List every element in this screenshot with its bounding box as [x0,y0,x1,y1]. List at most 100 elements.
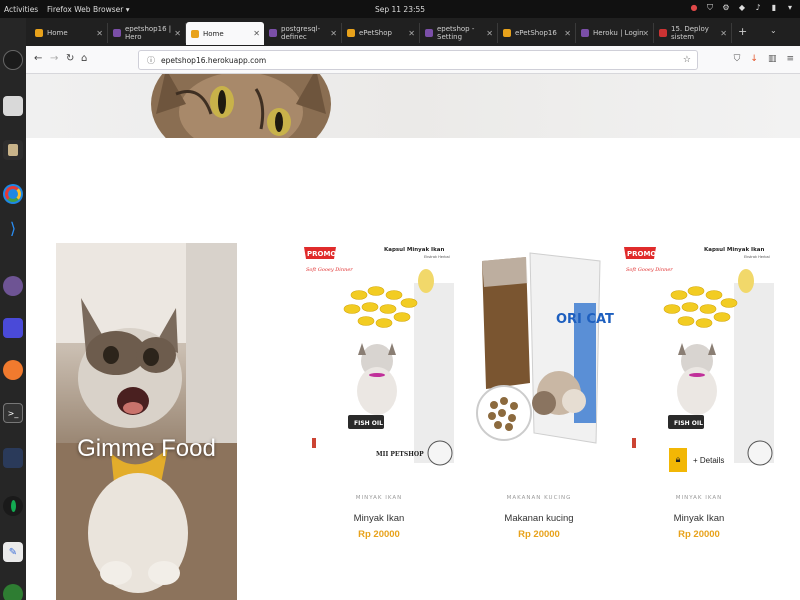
tab-label: Heroku | Login [593,29,644,37]
tab-favicon [269,29,277,37]
tab-favicon [581,29,589,37]
tab-favicon [35,29,43,37]
tab-label: ePetShop [359,29,392,37]
activities-button[interactable]: Activities [4,5,38,14]
dock: ⟩ >_ ✎ [0,18,26,600]
cat-food-package-image: ORI CAT [464,243,614,475]
add-to-cart-button[interactable]: 🔒︎ [669,448,687,472]
power-menu-icon[interactable]: ▾ [786,3,794,13]
promo-banner[interactable]: Gimme Food [56,243,237,600]
terminal-icon[interactable]: >_ [3,403,23,423]
tab-strip: Home ✕ epetshop16 | Hero ✕ Home ✕ postgr… [26,18,800,46]
tab-home-1[interactable]: Home ✕ [30,23,108,43]
capsule-title-text: Kapsul Minyak Ikan [384,247,444,253]
tab-heroku-login[interactable]: Heroku | Login ✕ [576,23,654,43]
tab-favicon [113,29,121,37]
chrome-icon[interactable] [3,184,23,204]
promo-badge-text: PROMO [627,250,656,258]
pocket-icon[interactable]: ⛉ [734,54,741,64]
url-bar[interactable]: ⓘ epetshop16.herokuapp.com ☆ [138,50,698,70]
product-category: MINYAK IKAN [675,495,723,501]
files-icon[interactable] [3,96,23,116]
product-price: Rp 20000 [678,529,720,540]
tab-label: ePetShop16 [515,29,557,37]
image-viewer-icon[interactable] [3,140,23,160]
url-text[interactable]: epetshop16.herokuapp.com [161,56,266,65]
mongodb-compass-icon[interactable] [3,496,23,516]
volume-icon[interactable]: ♪ [754,3,762,13]
site-info-icon[interactable]: ⓘ [147,55,155,66]
back-icon[interactable]: ← [34,53,42,64]
tab-epetshop-heroku[interactable]: epetshop16 | Hero ✕ [108,23,186,43]
tab-label: Home [203,29,224,38]
product-category: MINYAK IKAN [355,495,403,501]
close-icon[interactable]: ✕ [486,29,493,38]
downloads-icon[interactable]: ↓ [750,54,758,64]
tab-epetshop-settings[interactable]: epetshop - Setting ✕ [420,23,498,43]
vscode-icon[interactable]: ⟩ [3,218,23,238]
cart-icon: 🔒︎ [675,455,681,465]
details-button[interactable]: + Details [687,448,731,472]
close-icon[interactable]: ✕ [330,29,337,38]
promo-badge-text: PROMO [307,250,336,258]
library-icon[interactable]: ▥ [768,54,777,64]
forward-icon[interactable]: → [50,53,58,64]
close-icon[interactable]: ✕ [253,29,260,38]
tab-favicon [191,29,199,38]
system-top-bar: Activities Firefox Web Browser ▾ Sep 11 … [0,0,800,18]
close-icon[interactable]: ✕ [408,29,415,38]
close-icon[interactable]: ✕ [96,29,103,38]
capsule-sub-text: Ekstrak Herbal [424,255,450,259]
gear-icon[interactable]: ⚙ [722,3,730,13]
recording-icon[interactable]: ● [690,3,698,13]
capsule-title-text: Kapsul Minyak Ikan [704,247,764,253]
updates-icon[interactable] [3,584,23,600]
product-image[interactable]: PROMO Soft Gooey Dinner Kapsul Minyak Ik… [624,243,774,475]
system-tray[interactable]: ● ⛉ ⚙ ◆ ♪ ▮ ▾ [690,3,794,13]
capsule-sub-text: Ekstrak Herbal [744,255,770,259]
product-name[interactable]: Minyak Ikan [624,513,774,524]
tab-favicon [425,29,433,37]
close-icon[interactable]: ✕ [642,29,649,38]
clock[interactable]: Sep 11 23:55 [375,5,425,14]
network-icon[interactable]: ◆ [738,3,746,13]
reload-icon[interactable]: ↻ [66,53,74,64]
product-image[interactable]: PROMO Soft Gooey Dinner Kapsul Minyak Ik… [304,243,454,475]
close-icon[interactable]: ✕ [174,29,181,38]
fish-oil-text: FISH OIL [354,420,383,427]
bookmark-star-icon[interactable]: ☆ [683,55,691,65]
shop-name-text: MII PETSHOP [376,451,424,458]
fish-oil-package-image: PROMO Soft Gooey Dinner Kapsul Minyak Ik… [624,243,774,475]
battery-icon[interactable]: ▮ [770,3,778,13]
shield-icon[interactable]: ⛉ [706,3,714,13]
product-image[interactable]: ORI CAT [464,243,614,475]
product-name[interactable]: Minyak Ikan [304,513,454,524]
list-tabs-icon[interactable]: ⌄ [770,26,777,35]
toolbar-icons: ⛉ ↓ ▥ ≡ [734,54,794,64]
menu-icon[interactable]: ≡ [786,54,794,64]
product-price: Rp 20000 [358,529,400,540]
tab-epetshop16[interactable]: ePetShop16 ✕ [498,23,576,43]
tab-favicon [347,29,355,37]
close-icon[interactable]: ✕ [564,29,571,38]
new-tab-icon[interactable]: + [738,25,747,38]
tab-home-active[interactable]: Home ✕ [186,22,264,45]
tab-deploy-sistem[interactable]: 15. Deploy sistem ✕ [654,23,732,43]
close-icon[interactable]: ✕ [720,29,727,38]
fish-oil-text: FISH OIL [674,420,703,427]
tab-label: Home [47,29,68,37]
tab-epetshop[interactable]: ePetShop ✕ [342,23,420,43]
tab-favicon [503,29,511,37]
github-desktop-icon[interactable] [3,276,23,296]
obs-icon[interactable] [3,50,23,70]
home-icon[interactable]: ⌂ [81,53,87,64]
postman-icon[interactable] [3,360,23,380]
network-tool-icon[interactable] [3,448,23,468]
promo-sub-text: Soft Gooey Dinner [306,267,353,273]
app-menu[interactable]: Firefox Web Browser ▾ [47,5,129,14]
hero-banner [26,74,800,138]
product-name[interactable]: Makanan kucing [464,513,614,524]
tab-postgresql[interactable]: postgresql-definec ✕ [264,23,342,43]
screenshot-tool-icon[interactable] [3,318,23,338]
text-editor-icon[interactable]: ✎ [3,542,23,562]
